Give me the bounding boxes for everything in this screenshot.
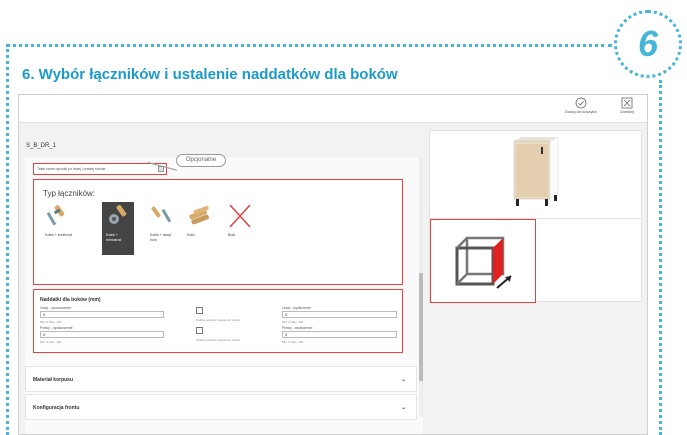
dowel-eccentric-icon: [109, 204, 127, 224]
accordion-body-material[interactable]: Materiał korpusu ⌄: [25, 366, 417, 392]
add-to-cart-label: Dodaj do koszyka: [565, 109, 597, 114]
side-panel-selector[interactable]: [430, 219, 536, 303]
cabinet-name: S_B_DR_1: [26, 143, 57, 149]
add-to-cart-button[interactable]: Dodaj do koszyka: [565, 97, 597, 114]
right-lower-label: Prawy - opuszczenie:: [40, 326, 74, 330]
connector-option-wkret-euro[interactable]: Kołek + wkręt euro: [146, 202, 178, 255]
left-lower-input[interactable]: 0: [40, 311, 164, 318]
cabinet-preview-image[interactable]: [510, 135, 562, 211]
accordion-label: Konfiguracja frontu: [33, 405, 80, 411]
right-lower-hint: Min: 0 Max: 100: [40, 340, 62, 344]
chevron-down-icon: ⌄: [400, 377, 406, 383]
right-upper-hint: Min: 0 Max: 100: [282, 340, 304, 344]
check-circle-icon: [575, 97, 587, 109]
dotted-border-right: [659, 80, 662, 435]
connector-label: Kołek + wkręt euro: [150, 233, 172, 242]
close-icon: [621, 97, 633, 109]
same-connectors-option[interactable]: Takie same łączniki po lewej i prawej st…: [33, 163, 167, 175]
leg-height-checkbox-1[interactable]: [196, 307, 203, 314]
no-connector-icon: [229, 204, 251, 228]
left-upper-label: Lewy - wydłużenie:: [282, 306, 312, 310]
accordion-front-config[interactable]: Konfiguracja frontu ⌄: [25, 394, 417, 420]
form-scrollbar-thumb[interactable]: [419, 273, 423, 381]
app-window: Dodaj do koszyka Zamknij S_B_DR_1 Takie …: [18, 94, 648, 435]
connector-type-title: Typ łączników:: [43, 189, 96, 198]
connector-option-kolki[interactable]: Kołki: [183, 202, 215, 255]
connector-type-section: Typ łączników: Kołek + konfirmat Kołek +: [33, 179, 403, 285]
dowel-confirmat-icon: [46, 204, 65, 226]
close-button[interactable]: Zamknij: [620, 97, 634, 114]
same-connectors-label: Takie same łączniki po lewej i prawej st…: [37, 167, 106, 171]
allowances-title: Naddatki dla boków (mm): [40, 297, 101, 303]
leg-height-checkbox-2[interactable]: [196, 327, 203, 334]
connector-label: Kołek + mimośród: [106, 233, 122, 242]
wooden-dowels-icon: [189, 205, 209, 225]
right-lower-input[interactable]: 0: [40, 331, 164, 338]
leg-height-label-1: Podbuj wartość wysokości nóżek: [196, 318, 240, 322]
dotted-border-top: [6, 44, 612, 47]
chevron-down-icon: ⌄: [400, 405, 406, 411]
left-lower-label: Lewy - opuszczenie:: [40, 306, 72, 310]
connector-label: Brak: [228, 233, 236, 237]
right-upper-input[interactable]: 0: [282, 331, 397, 338]
leg-height-label-2: Podbuj wartość wysokości nóżek: [196, 338, 240, 342]
cube-side-highlight-icon: [455, 236, 512, 289]
right-upper-label: Prawy - wydłużenie:: [282, 326, 314, 330]
connector-option-konfirmat[interactable]: Kołek + konfirmat: [41, 202, 73, 255]
left-upper-input[interactable]: 0: [282, 311, 397, 318]
accordion-label: Materiał korpusu: [33, 377, 74, 383]
close-label: Zamknij: [620, 109, 635, 114]
dowel-euro-screw-icon: [151, 206, 172, 223]
connector-label: Kołki: [187, 233, 195, 237]
left-lower-hint: Min: 0 Max: 100: [40, 320, 62, 324]
connector-option-mimosrod[interactable]: Kołek + mimośród: [102, 202, 134, 255]
connector-label: Kołek + konfirmat: [45, 233, 73, 237]
dotted-border-left: [6, 44, 9, 435]
step-number: 6: [637, 23, 659, 64]
left-upper-hint: Min: 0 Max: 100: [282, 320, 304, 324]
optional-callout: Opcjonalne: [176, 154, 226, 167]
side-allowances-section: Naddatki dla boków (mm) Lewy - opuszczen…: [33, 289, 403, 353]
top-toolbar: Dodaj do koszyka Zamknij: [19, 95, 647, 123]
connector-option-brak[interactable]: Brak: [224, 202, 256, 255]
page-title: 6. Wybór łączników i ustalenie naddatków…: [22, 66, 398, 83]
